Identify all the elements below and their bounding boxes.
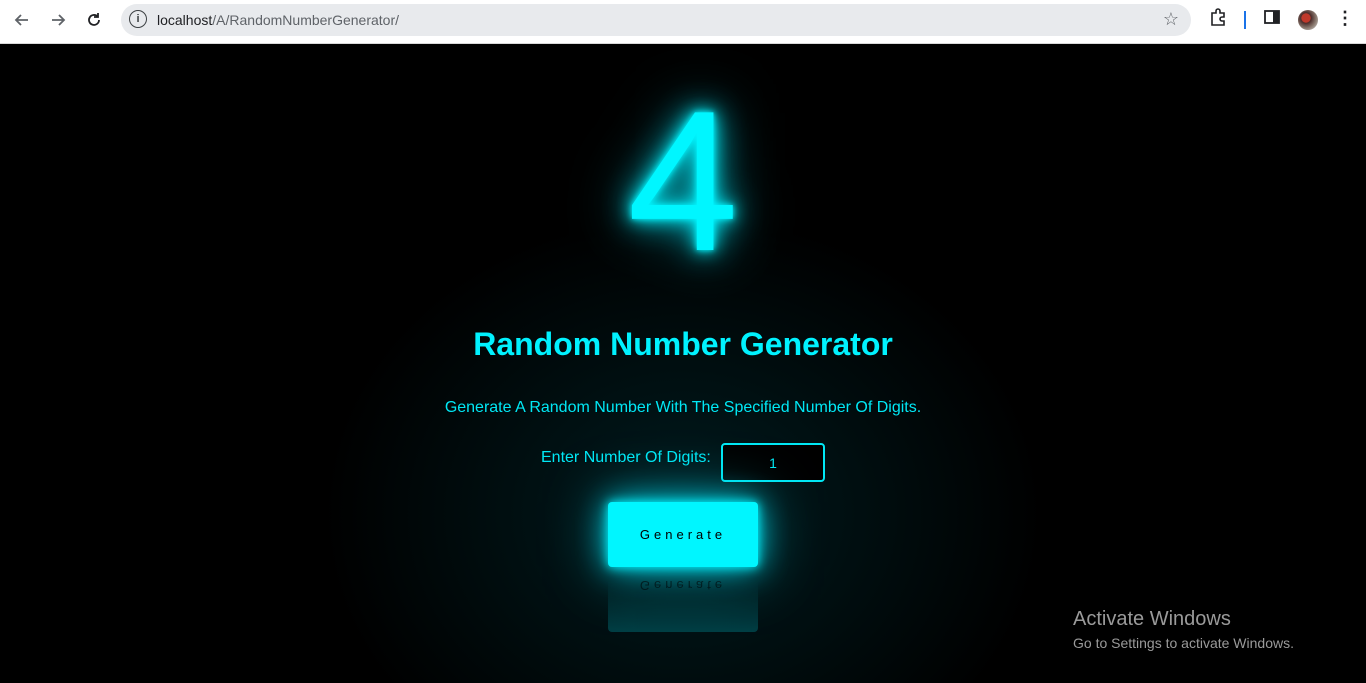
back-button[interactable] [8, 6, 36, 34]
reload-button[interactable] [80, 6, 108, 34]
watermark-line2: Go to Settings to activate Windows. [1073, 635, 1294, 651]
browser-toolbar: i localhost/A/RandomNumberGenerator/ ☆ ⋮ [0, 0, 1366, 44]
address-bar[interactable]: i localhost/A/RandomNumberGenerator/ ☆ [121, 4, 1191, 36]
page-subtitle: Generate A Random Number With The Specif… [444, 399, 922, 416]
menu-kebab-icon[interactable]: ⋮ [1336, 8, 1354, 29]
app-page: 4 Random Number Generator Generate A Ran… [0, 44, 1366, 683]
toolbar-separator [1244, 11, 1246, 29]
digits-label: Enter Number Of Digits: [541, 449, 711, 466]
forward-button[interactable] [44, 6, 72, 34]
watermark-line1: Activate Windows [1073, 608, 1231, 630]
digits-input[interactable] [721, 443, 825, 482]
site-info-icon[interactable]: i [129, 10, 147, 28]
generated-number: 4 [627, 70, 739, 293]
reflection-label: Generate [639, 578, 727, 593]
arrow-right-icon [52, 14, 66, 26]
puzzle-icon [1211, 8, 1225, 26]
activate-windows-watermark: Activate Windows Go to Settings to activ… [1073, 608, 1294, 651]
arrow-left-icon [14, 14, 28, 26]
url-text[interactable]: localhost/A/RandomNumberGenerator/ [157, 12, 399, 28]
generate-button-reflection: Generate [608, 567, 758, 632]
url-path: /A/RandomNumberGenerator/ [212, 12, 400, 28]
side-panel-icon [1264, 10, 1280, 24]
side-panel-button[interactable] [1263, 8, 1281, 31]
bookmark-star-icon[interactable]: ☆ [1163, 9, 1179, 30]
extensions-button[interactable] [1209, 8, 1227, 31]
url-host: localhost [157, 12, 213, 28]
reload-icon [88, 13, 100, 26]
profile-avatar[interactable] [1298, 10, 1318, 30]
generate-button[interactable]: Generate [608, 502, 758, 567]
page-title: Random Number Generator [473, 326, 893, 362]
